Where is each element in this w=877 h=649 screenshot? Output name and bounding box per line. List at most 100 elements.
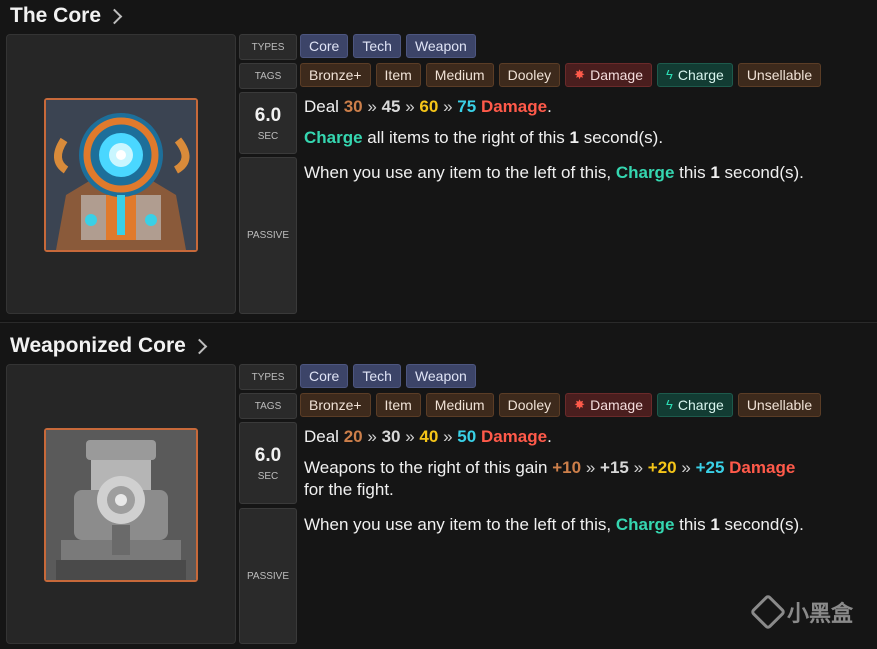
- ability-trigger-line: When you use any item to the left of thi…: [304, 162, 804, 184]
- tag-charge-label: Charge: [677, 397, 724, 413]
- tag-item[interactable]: Item: [375, 393, 421, 417]
- passive-label: PASSIVE: [239, 157, 297, 314]
- card-title-link[interactable]: The Core: [10, 4, 123, 28]
- lightning-bolt-icon: ϟ: [666, 67, 673, 82]
- trigger-text-end: second(s).: [719, 163, 804, 182]
- card-title: Weaponized Core: [10, 334, 186, 357]
- buff-text: Weapons to the right of this gain: [304, 458, 553, 477]
- damage-burst-icon: ✸: [574, 67, 586, 82]
- watermark: 小黑盒: [749, 593, 853, 631]
- cooldown-value: 6.0: [254, 444, 282, 466]
- trigger-text-mid: this: [674, 163, 711, 182]
- tag-damage-label: Damage: [590, 67, 643, 83]
- tag-size[interactable]: Medium: [425, 393, 494, 417]
- cooldown-unit: SEC: [257, 470, 279, 482]
- the-core-item-image: [44, 98, 198, 252]
- value-diamond: 50: [457, 427, 477, 446]
- deal-text: Deal: [304, 97, 339, 116]
- tag-damage-label: Damage: [590, 397, 643, 413]
- value-diamond: 75: [457, 97, 477, 116]
- separator: »: [633, 458, 644, 477]
- item-card-the-core: The Core TYPES Core Tech Weapon TAGS Bro…: [0, 0, 877, 320]
- damage-burst-icon: ✸: [574, 397, 586, 412]
- tag-size[interactable]: Medium: [425, 63, 494, 87]
- passive-label: PASSIVE: [239, 508, 297, 644]
- deal-text: Deal: [304, 427, 339, 446]
- type-core[interactable]: Core: [300, 34, 349, 58]
- type-tech[interactable]: Tech: [353, 34, 401, 58]
- tag-hero[interactable]: Dooley: [498, 63, 561, 87]
- trigger-text-mid: this: [674, 515, 711, 534]
- type-tech[interactable]: Tech: [353, 364, 401, 388]
- chevron-right-icon: [106, 8, 123, 25]
- types-label: TYPES: [239, 364, 297, 390]
- tags-row: Bronze+ Item Medium Dooley ✸ Damage ϟ Ch…: [300, 393, 822, 417]
- value-bronze: +10: [552, 458, 582, 477]
- seconds-value: 1: [710, 515, 720, 534]
- ability-charge-line: Charge all items to the right of this 1 …: [304, 127, 663, 149]
- watermark-text: 小黑盒: [786, 601, 853, 626]
- period: .: [547, 97, 552, 116]
- damage-keyword: Damage: [480, 97, 548, 116]
- card-title: The Core: [10, 4, 102, 27]
- ability-buff-line: Weapons to the right of this gain +10 » …: [304, 457, 864, 501]
- type-core[interactable]: Core: [300, 364, 349, 388]
- types-row: Core Tech Weapon: [300, 34, 476, 58]
- cooldown-unit: SEC: [257, 130, 279, 142]
- cooldown-value: 6.0: [254, 104, 282, 126]
- ability-damage-line: Deal 20 » 30 » 40 » 50 Damage.: [304, 426, 552, 448]
- ability-text: all items to the right of this: [362, 128, 570, 147]
- tag-tier[interactable]: Bronze+: [300, 393, 371, 417]
- value-silver: 30: [381, 427, 401, 446]
- value-diamond: +25: [695, 458, 725, 477]
- value-silver: +15: [600, 458, 629, 477]
- value-bronze: 30: [343, 97, 363, 116]
- lightning-bolt-icon: ϟ: [666, 397, 673, 412]
- value-bronze: 20: [343, 427, 363, 446]
- cooldown-box: 6.0 SEC: [239, 92, 297, 154]
- tags-row: Bronze+ Item Medium Dooley ✸ Damage ϟ Ch…: [300, 63, 822, 87]
- item-image-frame: [6, 364, 236, 644]
- item-image-frame: [6, 34, 236, 314]
- chevron-right-icon: [191, 338, 208, 355]
- separator: »: [405, 427, 415, 446]
- tag-item[interactable]: Item: [375, 63, 421, 87]
- tag-charge[interactable]: ϟ Charge: [657, 393, 733, 417]
- seconds-value: 1: [710, 163, 720, 182]
- tag-hero[interactable]: Dooley: [498, 393, 561, 417]
- tag-tier[interactable]: Bronze+: [300, 63, 371, 87]
- value-gold: 60: [419, 97, 439, 116]
- separator: »: [367, 97, 377, 116]
- damage-keyword: Damage: [480, 427, 548, 446]
- types-label: TYPES: [239, 34, 297, 60]
- value-gold: 40: [419, 427, 439, 446]
- seconds-value: 1: [569, 128, 579, 147]
- charge-keyword: Charge: [304, 128, 363, 147]
- weaponized-core-item-image: [44, 428, 198, 582]
- ability-trigger-line: When you use any item to the left of thi…: [304, 514, 804, 536]
- trigger-text: When you use any item to the left of thi…: [304, 163, 616, 182]
- separator: »: [443, 97, 453, 116]
- card-title-link[interactable]: Weaponized Core: [10, 334, 208, 358]
- damage-keyword: Damage: [729, 458, 796, 477]
- separator: »: [443, 427, 453, 446]
- charge-keyword: Charge: [615, 515, 675, 534]
- cooldown-box: 6.0 SEC: [239, 422, 297, 504]
- tag-charge-label: Charge: [677, 67, 724, 83]
- type-weapon[interactable]: Weapon: [405, 34, 476, 58]
- tag-charge[interactable]: ϟ Charge: [657, 63, 733, 87]
- period: .: [547, 427, 552, 446]
- buff-text-end: for the fight.: [304, 480, 394, 499]
- tag-unsellable[interactable]: Unsellable: [737, 63, 822, 87]
- item-card-weaponized-core: Weaponized Core TYPES Core Tech Weapon T…: [0, 322, 877, 649]
- type-weapon[interactable]: Weapon: [405, 364, 476, 388]
- xiaoheihe-logo-icon: [749, 593, 787, 631]
- charge-keyword: Charge: [615, 163, 675, 182]
- value-gold: +20: [647, 458, 677, 477]
- separator: »: [405, 97, 415, 116]
- separator: »: [367, 427, 377, 446]
- tag-damage[interactable]: ✸ Damage: [565, 393, 652, 417]
- types-row: Core Tech Weapon: [300, 364, 476, 388]
- tag-unsellable[interactable]: Unsellable: [737, 393, 822, 417]
- tag-damage[interactable]: ✸ Damage: [565, 63, 652, 87]
